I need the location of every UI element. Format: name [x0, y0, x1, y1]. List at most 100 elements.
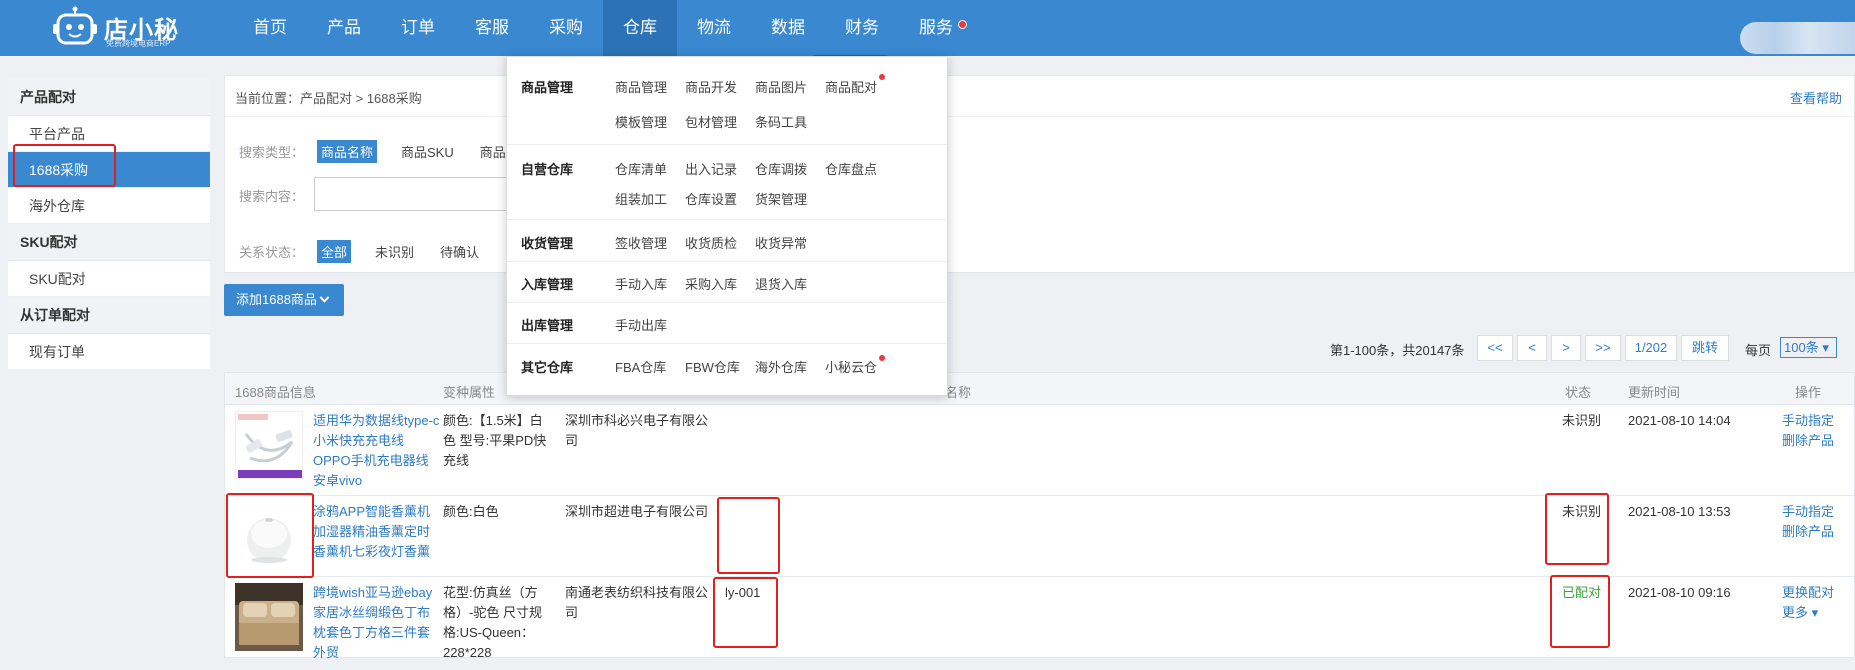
menu-link-product-pairing[interactable]: 商品配对 — [825, 77, 877, 96]
nav-logistics[interactable]: 物流 — [677, 0, 751, 56]
update-time: 2021-08-10 13:53 — [1628, 504, 1731, 519]
nav-data[interactable]: 数据 — [751, 0, 825, 56]
top-navbar: 店小秘 免费跨境电商ERP 首页 产品 订单 客服 采购 仓库 物流 数据 财务… — [0, 0, 1855, 56]
relation-unrecognized[interactable]: 未识别 — [375, 242, 414, 261]
menu-link-barcode[interactable]: 条码工具 — [755, 112, 807, 131]
change-pairing-link[interactable]: 更换配对 — [1782, 583, 1834, 603]
menu-section-product-mgmt: 商品管理 商品管理 商品开发 商品图片 商品配对 模板管理 包材管理 条码工具 — [507, 57, 947, 145]
menu-link-product-mgmt[interactable]: 商品管理 — [615, 77, 667, 96]
nav-home[interactable]: 首页 — [233, 0, 307, 56]
nav-orders[interactable]: 订单 — [381, 0, 455, 56]
help-link[interactable]: 查看帮助 — [1790, 88, 1842, 107]
menu-link-assembly[interactable]: 组装加工 — [615, 189, 667, 208]
menu-link-return-inbound[interactable]: 退货入库 — [755, 274, 807, 293]
menu-link-io-records[interactable]: 出入记录 — [685, 159, 737, 178]
supplier-name: 深圳市超进电子有限公司 — [565, 504, 709, 519]
row-actions: 更换配对 更多 ▾ — [1782, 583, 1834, 623]
search-type-name[interactable]: 商品名称 — [317, 140, 378, 163]
search-content-label: 搜索内容： — [239, 189, 305, 204]
menu-link-fbw[interactable]: FBW仓库 — [685, 357, 740, 376]
first-page-button[interactable]: << — [1477, 335, 1513, 361]
relation-label: 关系状态： — [239, 245, 305, 260]
product-title-link[interactable]: 涂鸦APP智能香薰机加湿器精油香薰定时香薰机七彩夜灯香薰 — [313, 502, 441, 562]
menu-link-templates[interactable]: 模板管理 — [615, 112, 667, 131]
relation-pending[interactable]: 待确认 — [440, 242, 479, 261]
menu-link-fba[interactable]: FBA仓库 — [615, 357, 666, 376]
sidebar: 产品配对 平台产品 1688采购 海外仓库 SKU配对 SKU配对 从订单配对 … — [8, 79, 210, 370]
prev-page-button[interactable]: < — [1517, 335, 1547, 361]
nav-products[interactable]: 产品 — [307, 0, 381, 56]
menu-section-title: 自营仓库 — [521, 162, 574, 177]
manual-assign-link[interactable]: 手动指定 — [1782, 411, 1834, 431]
menu-link-qc[interactable]: 收货质检 — [685, 233, 737, 252]
sidebar-item-existing-orders[interactable]: 现有订单 — [8, 334, 210, 370]
nav-services[interactable]: 服务 — [899, 0, 973, 56]
menu-link-transfer[interactable]: 仓库调拨 — [755, 159, 807, 178]
menu-link-purchase-inbound[interactable]: 采购入库 — [685, 274, 737, 293]
search-input[interactable] — [314, 177, 514, 211]
update-time: 2021-08-10 09:16 — [1628, 585, 1731, 600]
sidebar-item-sku-pairing[interactable]: SKU配对 — [8, 261, 210, 297]
search-type-other[interactable]: 商品 — [480, 142, 506, 161]
col-header-time: 更新时间 — [1628, 385, 1681, 400]
manual-assign-link[interactable]: 手动指定 — [1782, 502, 1834, 522]
search-content-row: 搜索内容： — [239, 186, 305, 205]
menu-link-manual-inbound[interactable]: 手动入库 — [615, 274, 667, 293]
row-actions: 手动指定 删除产品 — [1782, 502, 1834, 542]
menu-link-warehouse-settings[interactable]: 仓库设置 — [685, 189, 737, 208]
product-title-link[interactable]: 适用华为数据线type-c小米快充充电线OPPO手机充电器线安卓vivo — [313, 411, 441, 491]
menu-link-product-images[interactable]: 商品图片 — [755, 77, 807, 96]
menu-link-cloud-warehouse[interactable]: 小秘云仓 — [825, 357, 877, 376]
variant-attr: 颜色:白色 — [443, 504, 499, 519]
delete-product-link[interactable]: 删除产品 — [1782, 431, 1834, 451]
add-1688-product-button[interactable]: 添加1688商品 — [224, 284, 344, 316]
per-page-select[interactable]: 100条 ▾ — [1780, 337, 1837, 358]
menu-link-overseas[interactable]: 海外仓库 — [755, 357, 807, 376]
menu-section-own-warehouse: 自营仓库 仓库清单 出入记录 仓库调拨 仓库盘点 组装加工 仓库设置 货架管理 — [507, 145, 947, 220]
logo[interactable]: 店小秘 免费跨境电商ERP — [52, 4, 202, 52]
page-indicator[interactable]: 1/202 — [1625, 335, 1677, 361]
sidebar-item-overseas-warehouse[interactable]: 海外仓库 — [8, 188, 210, 224]
more-link[interactable]: 更多 ▾ — [1782, 603, 1834, 623]
chevron-down-icon — [319, 292, 330, 303]
last-page-button[interactable]: >> — [1585, 335, 1621, 361]
search-type-sku[interactable]: 商品SKU — [401, 142, 454, 161]
menu-link-sign-for[interactable]: 签收管理 — [615, 233, 667, 252]
sidebar-item-1688-purchase[interactable]: 1688采购 — [8, 152, 210, 188]
menu-link-receiving-exceptions[interactable]: 收货异常 — [755, 233, 807, 252]
menu-link-shelves[interactable]: 货架管理 — [755, 189, 807, 208]
nav-purchase[interactable]: 采购 — [529, 0, 603, 56]
status-text: 未识别 — [1562, 413, 1602, 428]
nav-warehouse[interactable]: 仓库 — [603, 0, 677, 56]
new-badge-dot — [879, 74, 885, 80]
sidebar-group-sku-pairing: SKU配对 — [8, 224, 210, 261]
nav-service[interactable]: 客服 — [455, 0, 529, 56]
delete-product-link[interactable]: 删除产品 — [1782, 522, 1834, 542]
next-page-button[interactable]: > — [1551, 335, 1581, 361]
menu-section-title: 入库管理 — [521, 277, 574, 292]
user-avatar-blurred[interactable] — [1740, 22, 1855, 54]
nav-finance[interactable]: 财务 — [825, 0, 899, 56]
menu-link-stocktake[interactable]: 仓库盘点 — [825, 159, 877, 178]
table-header: 1688商品信息 变种属性 名称 状态 更新时间 操作 — [225, 373, 1854, 405]
product-table: 1688商品信息 变种属性 名称 状态 更新时间 操作 适用华为数据线type-… — [224, 372, 1855, 660]
menu-link-manual-outbound[interactable]: 手动出库 — [615, 315, 667, 334]
table-row: 跨境wish亚马逊ebay家居冰丝绸缎色丁布枕套色丁方格三件套外贸 花型:仿真丝… — [225, 577, 1854, 660]
bedding-image-icon — [235, 583, 303, 651]
variant-attr: 花型:仿真丝（方格）-驼色 尺寸规格:US-Queen：228*228 — [443, 585, 542, 660]
sidebar-group-order-pairing: 从订单配对 — [8, 297, 210, 334]
sidebar-item-platform-products[interactable]: 平台产品 — [8, 116, 210, 152]
jump-button[interactable]: 跳转 — [1681, 335, 1729, 361]
menu-link-warehouse-list[interactable]: 仓库清单 — [615, 159, 667, 178]
product-thumbnail-diffuser[interactable] — [235, 502, 303, 570]
menu-section-other-warehouses: 其它仓库 FBA仓库 FBW仓库 海外仓库 小秘云仓 — [507, 344, 947, 396]
product-thumbnail-bedding[interactable] — [235, 583, 303, 651]
menu-link-packaging[interactable]: 包材管理 — [685, 112, 737, 131]
product-title-link[interactable]: 跨境wish亚马逊ebay家居冰丝绸缎色丁布枕套色丁方格三件套外贸 — [313, 583, 441, 663]
menu-link-product-dev[interactable]: 商品开发 — [685, 77, 737, 96]
product-thumbnail-cable[interactable] — [235, 411, 303, 479]
relation-all[interactable]: 全部 — [317, 240, 352, 263]
new-badge-dot — [879, 355, 885, 361]
divider — [225, 116, 1854, 117]
paired-sku: ly-001 — [725, 585, 761, 600]
